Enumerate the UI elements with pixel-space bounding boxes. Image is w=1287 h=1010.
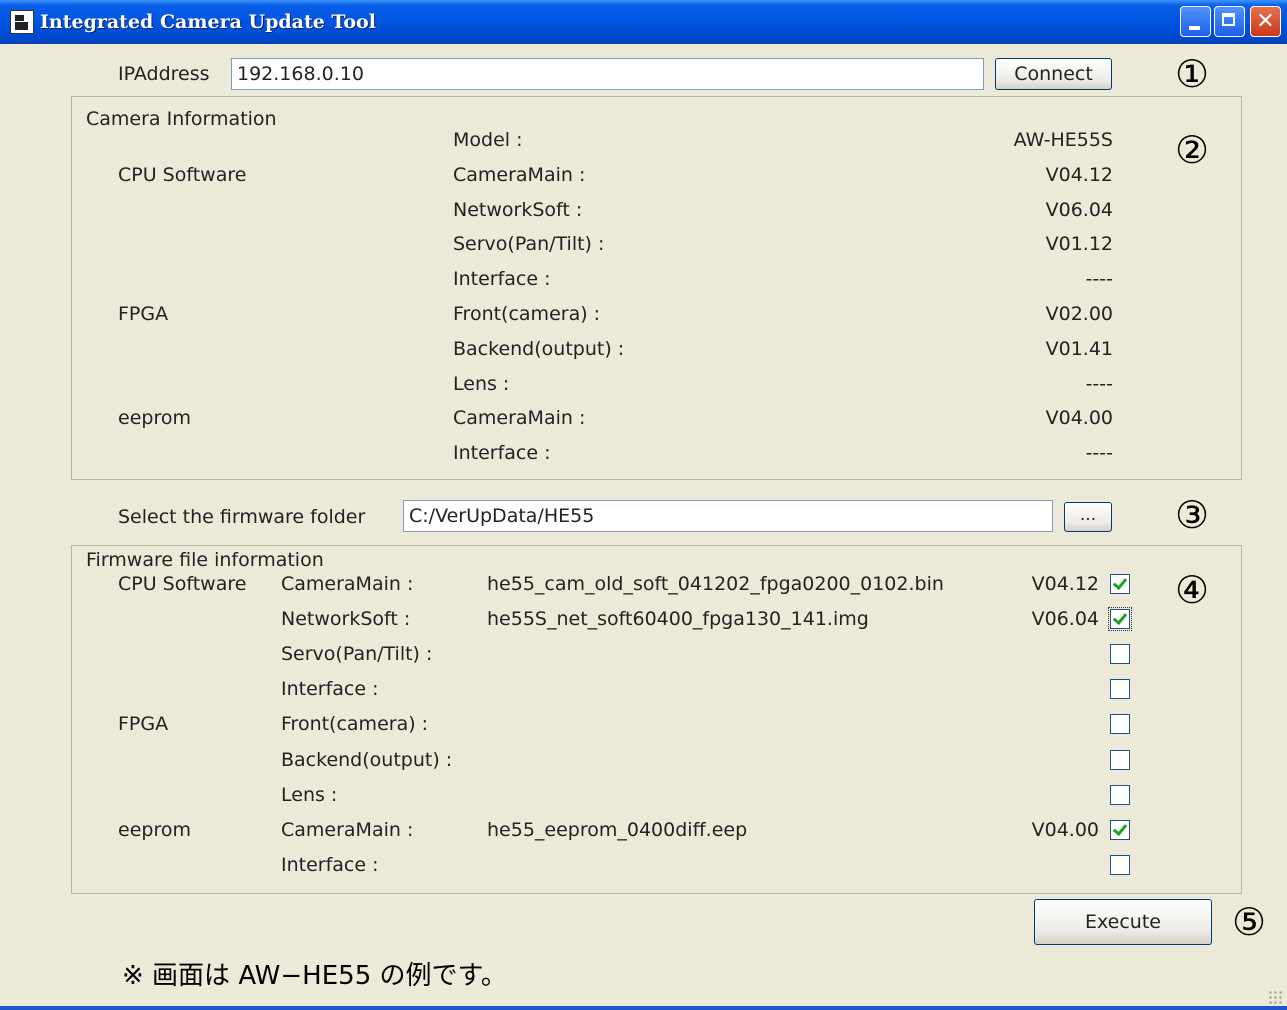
title-bar[interactable]: Integrated Camera Update Tool ✕ — [0, 0, 1287, 44]
browse-button[interactable]: ... — [1064, 502, 1112, 532]
firmware-group-label: CPU Software — [118, 573, 247, 595]
camera-info-item-value: V04.12 — [1045, 164, 1113, 186]
firmware-item-label: Servo(Pan/Tilt) : — [281, 643, 433, 665]
camera-info-item-value: V06.04 — [1045, 199, 1113, 221]
camera-info-item-value: ---- — [1085, 268, 1113, 290]
firmware-file-name: he55S_net_soft60400_fpga130_141.img — [487, 608, 869, 630]
window-title: Integrated Camera Update Tool — [40, 11, 376, 33]
camera-info-item-label: NetworkSoft : — [453, 199, 583, 221]
firmware-item-label: CameraMain : — [281, 573, 414, 595]
firmware-update-checkbox[interactable] — [1110, 679, 1130, 699]
callout-marker-4: ④ — [1174, 568, 1210, 612]
close-icon: ✕ — [1256, 9, 1275, 34]
bottom-border — [0, 1006, 1287, 1010]
camera-info-item-value: AW-HE55S — [1013, 129, 1113, 151]
firmware-version: V06.04 — [1031, 608, 1099, 630]
firmware-version: V04.00 — [1031, 819, 1099, 841]
firmware-item-label: CameraMain : — [281, 819, 414, 841]
app-window: Integrated Camera Update Tool ✕ IPAddres… — [0, 0, 1287, 1010]
firmware-update-checkbox[interactable] — [1110, 785, 1130, 805]
callout-marker-1: ① — [1174, 52, 1210, 96]
firmware-group-label: eeprom — [118, 819, 191, 841]
camera-info-item-value: V01.12 — [1045, 233, 1113, 255]
camera-info-item-label: CameraMain : — [453, 407, 586, 429]
callout-marker-3: ③ — [1174, 493, 1210, 537]
app-icon[interactable] — [10, 10, 34, 34]
camera-info-item-label: Servo(Pan/Tilt) : — [453, 233, 605, 255]
minimize-button[interactable] — [1180, 6, 1211, 37]
resize-grip[interactable] — [1268, 990, 1282, 1004]
firmware-file-name: he55_cam_old_soft_041202_fpga0200_0102.b… — [487, 573, 944, 595]
camera-info-item-label: Front(camera) : — [453, 303, 601, 325]
camera-info-group-label: eeprom — [118, 407, 191, 429]
camera-info-group-label: FPGA — [118, 303, 169, 325]
callout-marker-2: ② — [1174, 128, 1210, 172]
camera-info-item-label: Interface : — [453, 442, 551, 464]
camera-info-title: Camera Information — [86, 108, 277, 130]
firmware-version: V04.12 — [1031, 573, 1099, 595]
firmware-update-checkbox[interactable] — [1110, 714, 1130, 734]
camera-info-item-value: ---- — [1085, 373, 1113, 395]
firmware-update-checkbox[interactable] — [1108, 607, 1132, 631]
firmware-item-label: NetworkSoft : — [281, 608, 411, 630]
maximize-button[interactable] — [1214, 6, 1245, 37]
firmware-item-label: Front(camera) : — [281, 713, 429, 735]
footnote-text: ※ 画面は AW−HE55 の例です。 — [122, 961, 507, 991]
camera-info-item-label: Model : — [453, 129, 523, 151]
firmware-item-label: Lens : — [281, 784, 338, 806]
camera-info-item-label: CameraMain : — [453, 164, 586, 186]
callout-marker-5: ⑤ — [1231, 900, 1267, 944]
camera-info-item-value: V02.00 — [1045, 303, 1113, 325]
firmware-folder-input[interactable]: C:/VerUpData/HE55 — [403, 500, 1053, 532]
camera-info-item-label: Interface : — [453, 268, 551, 290]
camera-info-item-value: V01.41 — [1045, 338, 1113, 360]
ip-address-input[interactable]: 192.168.0.10 — [231, 58, 984, 90]
camera-info-item-label: Lens : — [453, 373, 510, 395]
firmware-info-title: Firmware file information — [86, 549, 324, 571]
firmware-update-checkbox[interactable] — [1110, 855, 1130, 875]
camera-info-item-value: ---- — [1085, 442, 1113, 464]
firmware-update-checkbox[interactable] — [1110, 820, 1130, 840]
execute-button[interactable]: Execute — [1034, 899, 1212, 945]
firmware-update-checkbox[interactable] — [1110, 644, 1130, 664]
firmware-item-label: Backend(output) : — [281, 749, 453, 771]
firmware-update-checkbox[interactable] — [1110, 574, 1130, 594]
folder-label: Select the firmware folder — [118, 506, 366, 528]
firmware-file-name: he55_eeprom_0400diff.eep — [487, 819, 748, 841]
connect-button[interactable]: Connect — [995, 58, 1112, 90]
firmware-item-label: Interface : — [281, 854, 379, 876]
firmware-item-label: Interface : — [281, 678, 379, 700]
camera-info-group-label: CPU Software — [118, 164, 247, 186]
firmware-group-label: FPGA — [118, 713, 169, 735]
firmware-update-checkbox[interactable] — [1110, 750, 1130, 770]
camera-info-item-label: Backend(output) : — [453, 338, 625, 360]
camera-info-item-value: V04.00 — [1045, 407, 1113, 429]
close-button[interactable]: ✕ — [1250, 6, 1281, 37]
ip-address-label: IPAddress — [118, 63, 210, 85]
